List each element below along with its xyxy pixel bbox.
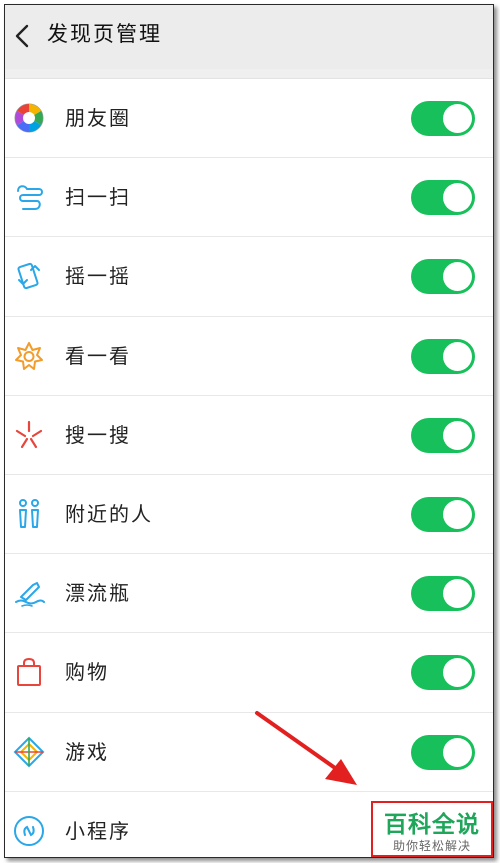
shake-icon	[17, 263, 40, 290]
setting-row-shopping[interactable]: 购物	[5, 633, 493, 713]
setting-label: 搜一搜	[65, 422, 131, 447]
moments-aperture-icon	[14, 103, 44, 133]
search-sparkle-icon	[15, 420, 43, 448]
toggle-knob	[443, 104, 472, 133]
search-toggle[interactable]	[411, 417, 475, 453]
setting-row-games[interactable]: 游戏	[5, 712, 493, 792]
toggle-knob	[443, 579, 472, 609]
section-gap	[5, 69, 493, 79]
setting-row-drift-bottle[interactable]: 漂流瓶	[5, 554, 493, 634]
setting-label: 漂流瓶	[65, 581, 131, 606]
watermark-title: 百科全说	[384, 812, 480, 838]
moments-toggle[interactable]	[411, 101, 475, 136]
phone-screen: 发现页管理 朋友圈 扫一扫 摇一摇 看一看 搜一搜 附近的人 漂流瓶 购物 游戏…	[4, 4, 494, 858]
shopping-bag-icon	[17, 658, 41, 687]
mini-programs-icon	[14, 815, 44, 846]
toggle-knob	[443, 183, 472, 213]
drift-bottle-toggle[interactable]	[411, 576, 475, 612]
toggle-knob	[443, 262, 472, 292]
toggle-knob	[443, 341, 472, 371]
top-bar: 发现页管理	[5, 5, 493, 69]
games-diamond-icon	[13, 736, 45, 767]
setting-label: 摇一摇	[65, 264, 131, 289]
setting-label: 朋友圈	[65, 106, 131, 130]
scan-icon	[17, 185, 43, 211]
drift-bottle-icon	[15, 582, 45, 607]
setting-label: 小程序	[65, 818, 131, 843]
setting-row-people-nearby[interactable]: 附近的人	[5, 474, 493, 555]
games-toggle[interactable]	[411, 734, 475, 770]
setting-row-scan[interactable]: 扫一扫	[5, 158, 493, 238]
discover-settings-list: 朋友圈 扫一扫 摇一摇 看一看 搜一搜 附近的人 漂流瓶 购物 游戏 小程序	[5, 79, 493, 857]
shake-toggle[interactable]	[411, 259, 475, 295]
scan-toggle[interactable]	[411, 180, 475, 216]
toggle-knob	[443, 420, 472, 450]
setting-label: 附近的人	[65, 501, 153, 526]
setting-label: 购物	[65, 660, 109, 685]
top-stories-toggle[interactable]	[411, 338, 475, 374]
toggle-knob	[443, 658, 472, 688]
red-arrow-annotation	[255, 711, 357, 785]
setting-row-moments[interactable]: 朋友圈	[5, 79, 493, 159]
toggle-knob	[443, 499, 472, 529]
setting-label: 扫一扫	[65, 185, 131, 210]
setting-row-top-stories[interactable]: 看一看	[5, 316, 493, 396]
setting-row-shake[interactable]: 摇一摇	[5, 237, 493, 317]
setting-label: 看一看	[65, 343, 131, 368]
people-nearby-toggle[interactable]	[411, 496, 475, 532]
setting-label: 游戏	[65, 739, 109, 764]
watermark-subtitle: 助你轻松解决	[392, 839, 471, 853]
people-nearby-icon	[19, 498, 39, 528]
toggle-knob	[443, 737, 472, 767]
shopping-toggle[interactable]	[411, 655, 475, 691]
top-stories-icon	[15, 341, 43, 370]
setting-row-search[interactable]: 搜一搜	[5, 395, 493, 476]
page-title: 发现页管理	[47, 22, 162, 46]
chevron-left-icon[interactable]	[13, 23, 33, 49]
watermark-logo: 百科全说 助你轻松解决	[371, 801, 493, 857]
